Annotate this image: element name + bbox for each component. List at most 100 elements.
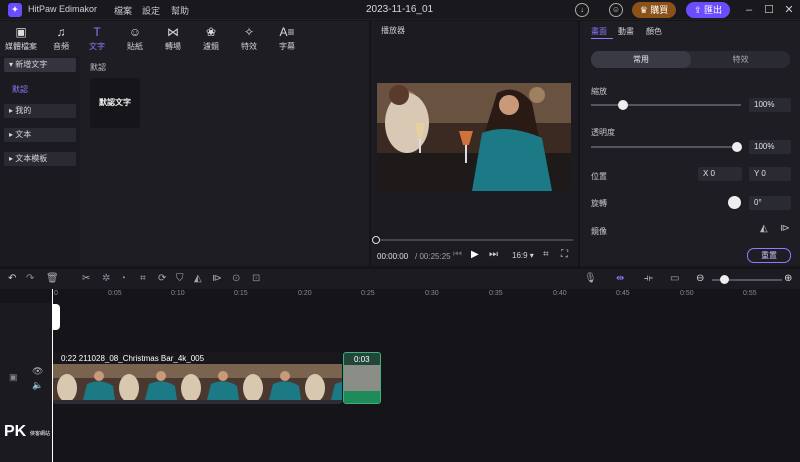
category-list: ▾ 新增文字 默認 ▸ 我的 ▸ 文本 ▸ 文本模板 xyxy=(0,56,80,266)
position-y-field[interactable]: Y 0 xyxy=(749,167,791,181)
category-new-text[interactable]: ▾ 新增文字 xyxy=(4,58,76,72)
tab-animation[interactable]: 動畫 xyxy=(618,26,634,37)
ruler-tick: 0:45 xyxy=(616,290,630,297)
menu-help[interactable]: 幫助 xyxy=(171,4,189,17)
asset-panel: ▣ 媒體檔案 ♫ 音頻 T 文字 ☺ 貼紙 ⋈ 轉場 ❀ 濾鏡 ✧ 特效 A≡ … xyxy=(0,21,369,266)
tab-subtitle[interactable]: A≡ 字幕 xyxy=(266,25,308,53)
scrubber-handle[interactable] xyxy=(372,236,380,244)
subtitle-icon: A≡ xyxy=(279,25,295,39)
position-x-field[interactable]: X 0 xyxy=(698,167,742,181)
minimize-icon[interactable]: – xyxy=(742,3,756,17)
category-text-template[interactable]: ▸ 文本模板 xyxy=(4,152,76,166)
playback-scrubber[interactable] xyxy=(375,239,573,241)
tab-label: 轉場 xyxy=(165,42,181,51)
category-label: 新增文字 xyxy=(15,60,48,69)
snap-icon[interactable]: ⇹ xyxy=(616,273,624,284)
split-marker-icon[interactable]: ⟛ xyxy=(644,273,653,284)
download-icon[interactable]: ↓ xyxy=(575,3,589,17)
opacity-slider[interactable] xyxy=(591,146,741,148)
mode-segmented-control: 常用 特效 xyxy=(591,51,790,68)
default-text-card[interactable]: 默認文字 xyxy=(90,78,140,128)
tab-transition[interactable]: ⋈ 轉場 xyxy=(152,25,194,53)
category-mine[interactable]: ▸ 我的 xyxy=(4,104,76,118)
delete-icon[interactable]: 🗑 xyxy=(46,273,59,284)
shield-icon[interactable]: ⛉ xyxy=(176,273,184,284)
reverse-icon[interactable]: ⊙ xyxy=(232,273,240,284)
position-label: 位置 xyxy=(591,172,607,181)
rotate-label: 旋轉 xyxy=(591,199,607,208)
volume-icon[interactable]: 🔈 xyxy=(32,380,43,391)
close-icon[interactable]: ✕ xyxy=(782,3,796,17)
maximize-icon[interactable]: ☐ xyxy=(762,3,776,17)
play-icon[interactable]: ▶ xyxy=(471,249,479,260)
clip-label: 0:22 211028_08_Christmas Bar_4k_005 xyxy=(61,354,205,363)
prev-frame-icon[interactable]: ⏮ xyxy=(453,249,462,260)
buy-button[interactable]: ♛ 購買 xyxy=(632,2,676,18)
freeze-icon[interactable]: ✲ xyxy=(102,273,110,284)
tab-media[interactable]: ▣ 媒體檔案 xyxy=(0,25,42,53)
menu-file[interactable]: 檔案 xyxy=(114,4,132,17)
video-clip[interactable]: 0:22 211028_08_Christmas Bar_4k_005 xyxy=(53,352,342,404)
next-frame-icon[interactable]: ⏭ xyxy=(489,249,498,260)
tab-text[interactable]: T 文字 xyxy=(76,25,118,53)
rotate-value[interactable]: 0° xyxy=(749,196,791,210)
playhead-handle[interactable] xyxy=(52,304,60,330)
opacity-slider-knob[interactable] xyxy=(731,142,742,152)
zoom-in-icon[interactable]: ⊕ xyxy=(784,273,792,284)
export-frame-icon[interactable]: ⊡ xyxy=(252,273,260,284)
tab-effects[interactable]: ✧ 特效 xyxy=(228,25,270,53)
split-icon[interactable]: ✂ xyxy=(82,273,90,284)
ruler-tick: 0:20 xyxy=(298,290,312,297)
tab-color[interactable]: 顏色 xyxy=(646,26,662,37)
project-name: 2023-11-16_01 xyxy=(366,4,434,15)
segment-common[interactable]: 常用 xyxy=(591,51,691,68)
media-icon: ▣ xyxy=(15,25,27,39)
flip-clip-icon[interactable]: ⧐ xyxy=(212,273,222,284)
section-title: 默認 xyxy=(90,63,106,72)
scale-value[interactable]: 100% xyxy=(749,98,791,112)
tab-filter[interactable]: ❀ 濾鏡 xyxy=(190,25,232,53)
eye-icon[interactable]: 👁 xyxy=(32,366,43,377)
reset-button[interactable]: 重置 xyxy=(747,248,791,263)
opacity-value[interactable]: 100% xyxy=(749,140,791,154)
ruler-tick: 0:40 xyxy=(553,290,567,297)
properties-panel: 畫面 動畫 顏色 常用 特效 縮放 100% 透明度 100% 位置 X 0 Y… xyxy=(580,21,800,266)
timeline-ruler[interactable]: 0 0:05 0:10 0:15 0:20 0:25 0:30 0:35 0:4… xyxy=(53,289,800,303)
export-button[interactable]: ⇪ 匯出 xyxy=(686,2,730,18)
subtitle-track-icon[interactable]: ▭ xyxy=(670,273,679,284)
watermark-logo: PK xyxy=(4,423,27,440)
crop-icon[interactable]: ⌗ xyxy=(543,249,549,260)
account-icon[interactable]: ☺ xyxy=(609,3,623,17)
short-clip[interactable]: 0:03 xyxy=(343,352,381,404)
fullscreen-icon[interactable]: ⛶ xyxy=(561,249,568,260)
subcategory-default[interactable]: 默認 xyxy=(12,84,28,95)
speed-icon[interactable]: ◔ xyxy=(120,273,126,284)
ruler-tick: 0:30 xyxy=(425,290,439,297)
aspect-ratio-select[interactable]: 16:9 ▾ xyxy=(512,251,534,260)
rotate-dial-icon[interactable] xyxy=(728,196,741,209)
redo-icon[interactable]: ↷ xyxy=(26,273,34,284)
track-video-icon: ▣ xyxy=(9,372,18,382)
crop-clip-icon[interactable]: ⌗ xyxy=(140,273,146,284)
category-text[interactable]: ▸ 文本 xyxy=(4,128,76,142)
rotate-clip-icon[interactable]: ⟳ xyxy=(158,273,166,284)
flip-vertical-icon[interactable]: ⧐ xyxy=(780,223,790,234)
undo-icon[interactable]: ↶ xyxy=(8,273,16,284)
scale-slider-knob[interactable] xyxy=(617,100,628,110)
watermark-text: 俠客網站 xyxy=(30,431,51,437)
flip-horizontal-icon[interactable]: ◭ xyxy=(760,223,768,234)
active-tab-underline xyxy=(591,38,613,39)
crown-icon: ♛ xyxy=(639,5,651,15)
scale-slider[interactable] xyxy=(591,104,741,106)
tab-canvas[interactable]: 畫面 xyxy=(591,26,607,37)
tab-sticker[interactable]: ☺ 貼紙 xyxy=(114,25,156,53)
menu-settings[interactable]: 設定 xyxy=(142,4,160,17)
zoom-out-icon[interactable]: ⊖ xyxy=(696,273,704,284)
category-label: 文本模板 xyxy=(15,154,48,163)
playhead-line[interactable] xyxy=(52,289,53,462)
mirror-clip-icon[interactable]: ◭ xyxy=(194,273,202,284)
timeline-zoom-knob[interactable] xyxy=(720,275,729,284)
segment-effect[interactable]: 特效 xyxy=(691,51,790,68)
microphone-icon[interactable]: 🎙 xyxy=(584,273,597,284)
video-frame xyxy=(377,83,571,191)
